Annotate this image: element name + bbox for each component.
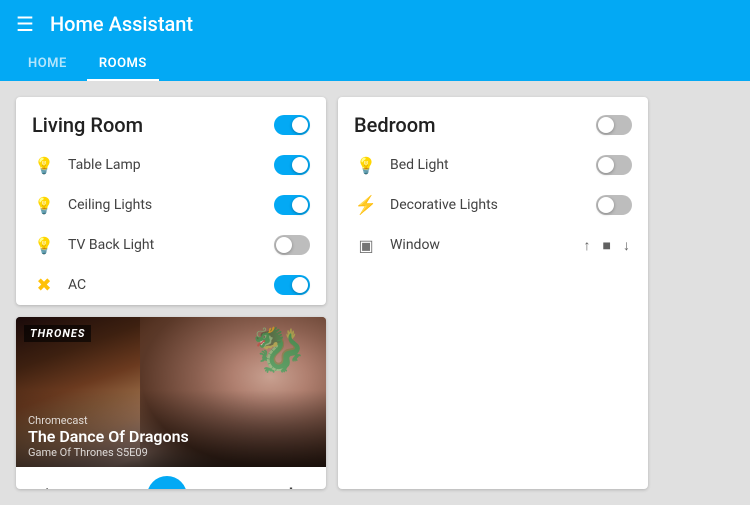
ac-name: AC bbox=[68, 277, 262, 293]
table-lamp-icon: 💡 bbox=[32, 153, 56, 177]
tab-home[interactable]: HOME bbox=[16, 48, 79, 81]
bedroom-title: Bedroom bbox=[354, 113, 436, 137]
power-button[interactable]: ⏻ bbox=[32, 478, 62, 490]
tv-backlight-icon: 💡 bbox=[32, 233, 56, 257]
media-subtitle: Game Of Thrones S5E09 bbox=[28, 446, 314, 459]
prev-button[interactable]: ⏮ bbox=[107, 478, 139, 490]
bedroom-header: Bedroom bbox=[338, 97, 648, 145]
more-button[interactable]: ⋮ bbox=[272, 475, 310, 489]
device-row: ⚡ Decorative Lights bbox=[338, 185, 648, 225]
navigation-tabs: HOME ROOMS bbox=[0, 48, 750, 81]
ceiling-lights-toggle[interactable] bbox=[274, 195, 310, 215]
table-lamp-name: Table Lamp bbox=[68, 157, 262, 173]
window-down-button[interactable]: ↓ bbox=[621, 235, 632, 255]
bedroom-toggle[interactable] bbox=[596, 115, 632, 135]
menu-icon[interactable]: ☰ bbox=[16, 12, 34, 36]
play-pause-button[interactable]: ⏸ bbox=[147, 476, 187, 489]
ac-icon: ✖ bbox=[32, 273, 56, 297]
app-title: Home Assistant bbox=[50, 12, 734, 36]
media-controls: ⏻ ⏮ ⏸ ⏭ ⋮ bbox=[16, 467, 326, 489]
bed-light-icon: 💡 bbox=[354, 153, 378, 177]
tab-rooms[interactable]: ROOMS bbox=[87, 48, 159, 81]
bed-light-toggle[interactable] bbox=[596, 155, 632, 175]
media-card: THRONES 🐉 Chromecast The Dance Of Dragon… bbox=[16, 317, 326, 489]
table-lamp-toggle[interactable] bbox=[274, 155, 310, 175]
device-row: 💡 Ceiling Lights bbox=[16, 185, 326, 225]
media-source: Chromecast bbox=[28, 414, 314, 427]
app-header: ☰ Home Assistant bbox=[0, 0, 750, 48]
tv-backlight-name: TV Back Light bbox=[68, 237, 262, 253]
device-row: ▣ Window ↑ ■ ↓ bbox=[338, 225, 648, 265]
decorative-lights-name: Decorative Lights bbox=[390, 197, 584, 213]
device-row: 💡 TV Back Light bbox=[16, 225, 326, 265]
decorative-lights-icon: ⚡ bbox=[354, 193, 378, 217]
media-title: The Dance Of Dragons bbox=[28, 427, 314, 446]
device-row: 💡 Bed Light bbox=[338, 145, 648, 185]
ceiling-lights-icon: 💡 bbox=[32, 193, 56, 217]
device-row: 💡 Table Lamp bbox=[16, 145, 326, 185]
main-content: Living Room 💡 Table Lamp 💡 Ceiling Light… bbox=[0, 81, 750, 505]
media-overlay: Chromecast The Dance Of Dragons Game Of … bbox=[16, 390, 326, 467]
window-name: Window bbox=[390, 237, 570, 253]
living-room-toggle[interactable] bbox=[274, 115, 310, 135]
decorative-lights-toggle[interactable] bbox=[596, 195, 632, 215]
window-controls: ↑ ■ ↓ bbox=[582, 235, 632, 255]
window-stop-button[interactable]: ■ bbox=[601, 235, 613, 255]
window-icon: ▣ bbox=[354, 233, 378, 257]
device-row: ✖ AC bbox=[16, 265, 326, 305]
tv-backlight-toggle[interactable] bbox=[274, 235, 310, 255]
living-room-header: Living Room bbox=[16, 97, 326, 145]
media-image: THRONES 🐉 Chromecast The Dance Of Dragon… bbox=[16, 317, 326, 467]
bedroom-card: Bedroom 💡 Bed Light ⚡ Decorative Lights … bbox=[338, 97, 648, 489]
living-room-card: Living Room 💡 Table Lamp 💡 Ceiling Light… bbox=[16, 97, 326, 305]
bed-light-name: Bed Light bbox=[390, 157, 584, 173]
left-column: Living Room 💡 Table Lamp 💡 Ceiling Light… bbox=[16, 97, 326, 489]
ac-toggle[interactable] bbox=[274, 275, 310, 295]
ceiling-lights-name: Ceiling Lights bbox=[68, 197, 262, 213]
window-up-button[interactable]: ↑ bbox=[582, 235, 593, 255]
next-button[interactable]: ⏭ bbox=[195, 478, 227, 490]
living-room-title: Living Room bbox=[32, 113, 143, 137]
